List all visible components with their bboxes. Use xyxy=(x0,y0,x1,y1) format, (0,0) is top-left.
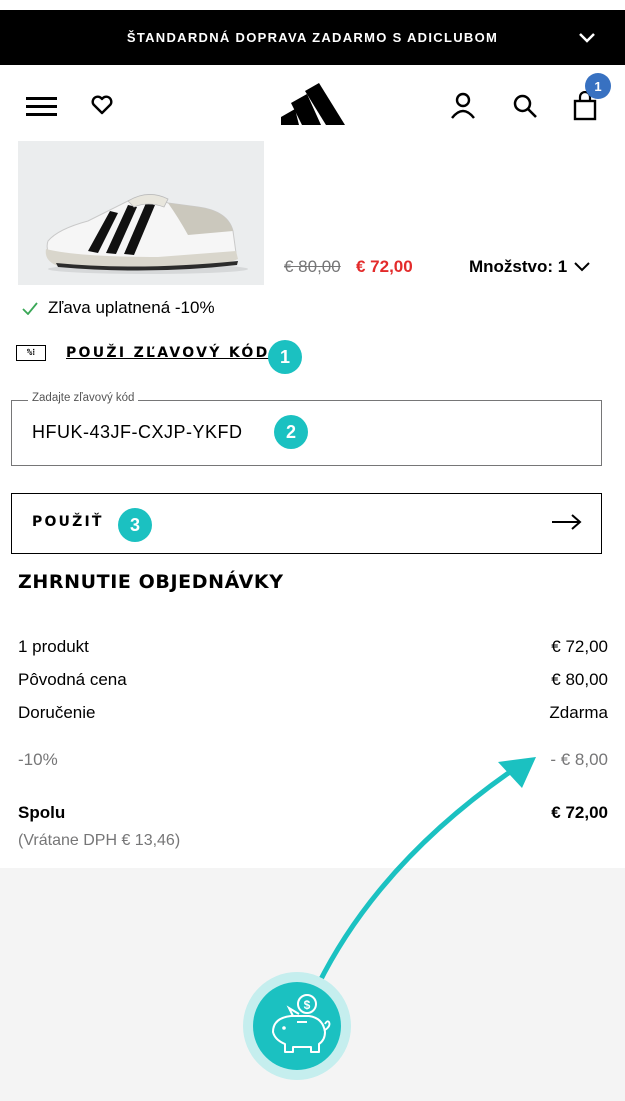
banner-text: ŠTANDARDNÁ DOPRAVA ZADARMO S ADICLUBOM xyxy=(126,30,499,45)
check-icon xyxy=(22,301,38,315)
product-image[interactable] xyxy=(18,141,264,285)
search-icon[interactable] xyxy=(512,93,538,119)
wishlist-icon[interactable] xyxy=(90,93,114,117)
step-2-badge: 2 xyxy=(274,415,308,449)
sale-price: € 72,00 xyxy=(356,257,413,276)
chevron-down-icon xyxy=(574,262,590,272)
apply-promo-button[interactable]: POUŽIŤ xyxy=(11,493,602,554)
account-icon[interactable] xyxy=(450,92,476,120)
original-price: € 80,00 xyxy=(284,257,341,276)
summary-row-total: Spolu € 72,00 xyxy=(18,803,608,822)
discount-applied-notice: Zľava uplatnená -10% xyxy=(22,298,215,318)
arrow-right-icon xyxy=(552,514,582,530)
adidas-logo[interactable] xyxy=(281,83,345,125)
sneaker-image xyxy=(45,194,248,274)
promo-code-value[interactable]: HFUK-43JF-CXJP-YKFD xyxy=(32,422,243,443)
quantity-select[interactable]: Množstvo: 1 xyxy=(469,257,591,277)
promo-banner[interactable]: ŠTANDARDNÁ DOPRAVA ZADARMO S ADICLUBOM xyxy=(0,10,625,65)
piggy-bank-icon: $ xyxy=(272,994,331,1053)
svg-text:$: $ xyxy=(304,998,311,1012)
promo-code-link[interactable]: % ⁝ POUŽI ZĽAVOVÝ KÓD xyxy=(16,345,270,361)
promo-link-label: POUŽI ZĽAVOVÝ KÓD xyxy=(66,345,270,361)
summary-row-delivery: Doručenie Zdarma xyxy=(18,703,608,722)
site-header xyxy=(0,65,625,143)
piggy-bank-badge: $ xyxy=(253,982,341,1070)
quantity-label: Množstvo: 1 xyxy=(469,257,568,276)
apply-button-label: POUŽIŤ xyxy=(32,514,104,530)
promo-code-field-label: Zadajte zľavový kód xyxy=(28,392,139,404)
summary-row-original-price: Pôvodná cena € 80,00 xyxy=(18,670,608,689)
step-1-badge: 1 xyxy=(268,340,302,374)
summary-row-products: 1 produkt € 72,00 xyxy=(18,637,608,656)
vat-note: (Vrátane DPH € 13,46) xyxy=(18,832,181,849)
chevron-down-icon[interactable] xyxy=(577,27,597,47)
step-3-badge: 3 xyxy=(118,508,152,542)
percent-tag-icon: % ⁝ xyxy=(16,345,46,361)
order-summary-title: ZHRNUTIE OBJEDNÁVKY xyxy=(18,571,284,593)
menu-icon[interactable] xyxy=(26,97,57,116)
summary-row-discount: -10% - € 8,00 xyxy=(18,750,608,769)
discount-applied-text: Zľava uplatnená -10% xyxy=(48,298,215,317)
cart-count-badge: 1 xyxy=(585,73,611,99)
